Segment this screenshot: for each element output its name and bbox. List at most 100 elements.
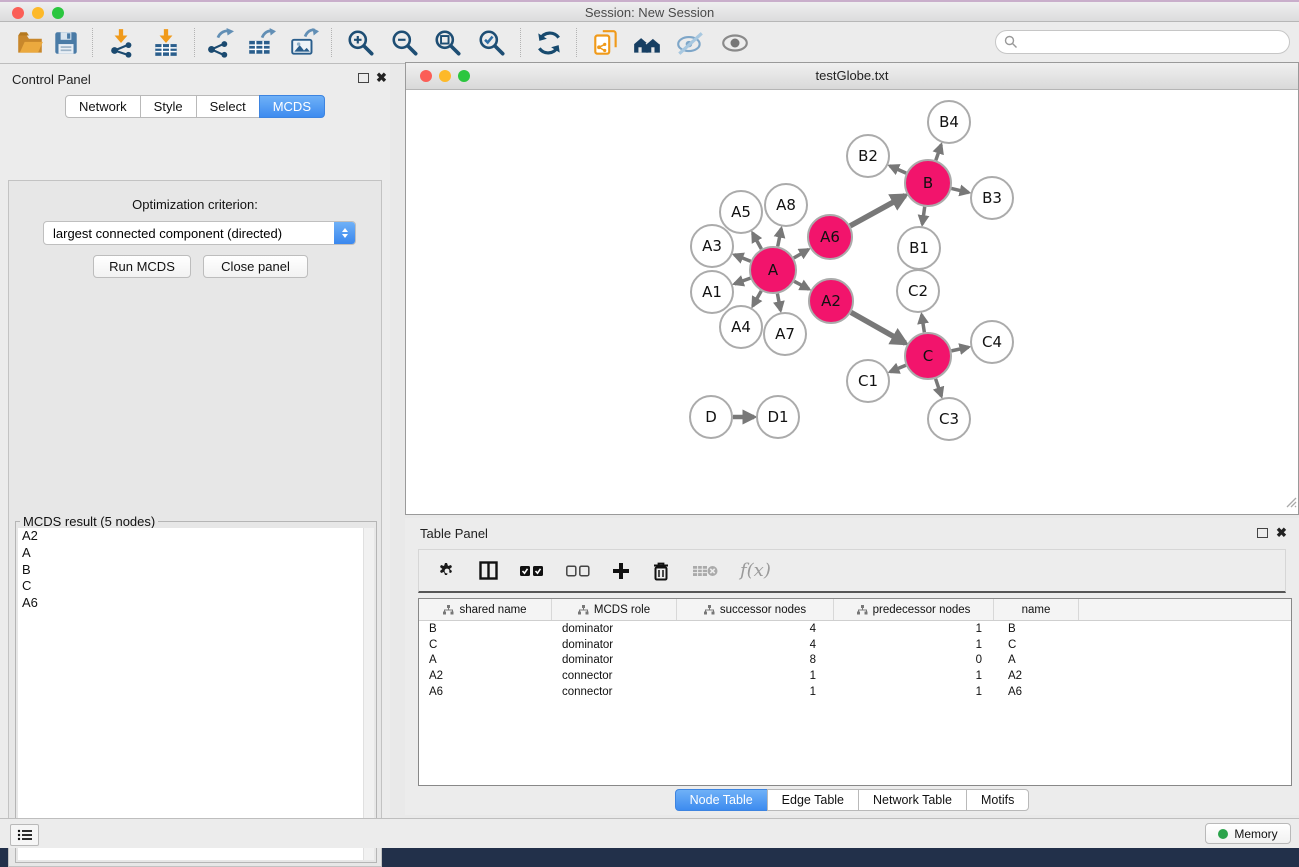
node-label-B4: B4 xyxy=(939,113,959,131)
edge-A2-C[interactable] xyxy=(851,312,905,343)
column-header-name[interactable]: name xyxy=(994,599,1079,620)
column-settings-icon[interactable] xyxy=(437,561,457,581)
select-all-icon[interactable] xyxy=(520,565,544,577)
zoom-selected-icon[interactable] xyxy=(476,27,508,59)
import-network-icon[interactable] xyxy=(105,27,137,59)
float-table-panel-icon[interactable] xyxy=(1257,528,1268,538)
mcds-result-list[interactable]: A2ABCA6 xyxy=(18,528,374,860)
show-all-icon[interactable] xyxy=(719,27,751,59)
edge-B-B1[interactable] xyxy=(922,207,924,224)
edge-A-A4[interactable] xyxy=(753,291,762,306)
mcds-panel: Optimization criterion: largest connecte… xyxy=(8,180,382,867)
attribute-icon xyxy=(578,605,589,615)
edge-A-A5[interactable] xyxy=(753,233,762,249)
attribute-icon xyxy=(857,605,868,615)
hide-selected-icon[interactable] xyxy=(674,27,706,59)
table-cell: dominator xyxy=(552,654,677,666)
duplicate-network-icon[interactable] xyxy=(590,27,622,59)
export-image-icon[interactable] xyxy=(288,27,320,59)
mcds-result-item[interactable]: A xyxy=(18,545,374,562)
column-header-successor-nodes[interactable]: successor nodes xyxy=(677,599,834,620)
export-table-icon[interactable] xyxy=(245,27,277,59)
tab-style[interactable]: Style xyxy=(140,95,197,118)
node-label-C4: C4 xyxy=(982,333,1002,351)
edge-B-B4[interactable] xyxy=(936,145,941,161)
table-row[interactable]: A2connector11A2 xyxy=(419,668,1291,684)
delete-table-icon xyxy=(692,564,718,578)
close-table-panel-icon[interactable]: ✖ xyxy=(1276,528,1287,538)
zoom-in-icon[interactable] xyxy=(345,27,377,59)
node-label-C1: C1 xyxy=(858,372,878,390)
add-row-icon[interactable] xyxy=(612,562,630,580)
node-label-B1: B1 xyxy=(909,239,929,257)
edge-C-C1[interactable] xyxy=(890,365,906,372)
list-icon xyxy=(17,828,33,842)
node-label-A2: A2 xyxy=(821,292,841,310)
edge-C-C2[interactable] xyxy=(922,315,925,333)
table-row[interactable]: Bdominator41B xyxy=(419,621,1291,637)
column-browser-icon[interactable] xyxy=(479,561,498,580)
mcds-result-item[interactable]: A6 xyxy=(18,595,374,612)
optimization-criterion-select[interactable]: largest connected component (directed) xyxy=(43,221,356,245)
node-label-C3: C3 xyxy=(939,410,959,428)
refresh-layout-icon[interactable] xyxy=(533,27,565,59)
node-label-D1: D1 xyxy=(767,408,788,426)
table-row[interactable]: Adominator80A xyxy=(419,652,1291,668)
import-table-icon[interactable] xyxy=(150,27,182,59)
save-session-icon[interactable] xyxy=(50,27,82,59)
close-panel-button[interactable]: Close panel xyxy=(203,255,308,278)
run-mcds-button[interactable]: Run MCDS xyxy=(93,255,191,278)
edge-A-A8[interactable] xyxy=(778,229,782,247)
open-file-icon[interactable] xyxy=(14,27,46,59)
node-label-A7: A7 xyxy=(775,325,795,343)
unselect-all-icon[interactable] xyxy=(566,565,590,577)
tab-network[interactable]: Network xyxy=(65,95,141,118)
edge-B-B3[interactable] xyxy=(951,188,968,192)
mcds-result-item[interactable]: A2 xyxy=(18,528,374,545)
edge-A6-B[interactable] xyxy=(850,196,905,226)
edge-B-B2[interactable] xyxy=(890,166,906,173)
mcds-result-item[interactable]: B xyxy=(18,561,374,578)
table-cell: connector xyxy=(552,670,677,682)
export-network-icon[interactable] xyxy=(203,27,235,59)
scrollbar-track[interactable] xyxy=(363,528,374,860)
edge-C-C3[interactable] xyxy=(936,379,942,396)
tab-node-table[interactable]: Node Table xyxy=(675,789,768,811)
edge-A-A3[interactable] xyxy=(734,255,750,261)
network-canvas[interactable]: B4B2BB3A8A5A6A3B1AC2A1A2A4A7C4CC1C3DD1 xyxy=(406,89,1298,514)
application-window: Session: New Session xyxy=(0,0,1299,848)
edge-A-A7[interactable] xyxy=(777,294,780,311)
node-table[interactable]: shared nameMCDS rolesuccessor nodesprede… xyxy=(418,598,1292,786)
tab-mcds[interactable]: MCDS xyxy=(259,95,325,118)
mcds-result-item[interactable]: C xyxy=(18,578,374,595)
node-label-A1: A1 xyxy=(702,283,722,301)
network-title: testGlobe.txt xyxy=(406,68,1298,83)
memory-button[interactable]: Memory xyxy=(1205,823,1291,844)
edge-A-A6[interactable] xyxy=(794,250,809,258)
column-header-predecessor-nodes[interactable]: predecessor nodes xyxy=(834,599,994,620)
table-cell: dominator xyxy=(552,623,677,635)
table-row[interactable]: A6connector11A6 xyxy=(419,684,1291,700)
search-input[interactable] xyxy=(995,30,1290,54)
resize-grip-icon[interactable] xyxy=(1285,495,1297,513)
delete-rows-icon[interactable] xyxy=(652,561,670,581)
column-header-shared-name[interactable]: shared name xyxy=(419,599,552,620)
table-row[interactable]: Cdominator41C xyxy=(419,637,1291,653)
network-window-titlebar[interactable]: testGlobe.txt xyxy=(406,63,1298,90)
edge-C-C4[interactable] xyxy=(951,347,968,351)
close-panel-icon[interactable]: ✖ xyxy=(376,73,387,83)
zoom-fit-icon[interactable] xyxy=(432,27,464,59)
tab-select[interactable]: Select xyxy=(196,95,260,118)
task-history-button[interactable] xyxy=(10,824,39,846)
edge-A-A2[interactable] xyxy=(794,281,809,289)
column-header-MCDS-role[interactable]: MCDS role xyxy=(552,599,677,620)
first-neighbors-icon[interactable] xyxy=(631,27,663,59)
table-cell: 1 xyxy=(834,623,994,635)
zoom-out-icon[interactable] xyxy=(389,27,421,59)
edge-A-A1[interactable] xyxy=(735,278,751,284)
float-panel-icon[interactable] xyxy=(358,73,369,83)
tab-network-table[interactable]: Network Table xyxy=(858,789,967,811)
table-cell: 1 xyxy=(834,639,994,651)
tab-edge-table[interactable]: Edge Table xyxy=(767,789,859,811)
tab-motifs[interactable]: Motifs xyxy=(966,789,1029,811)
